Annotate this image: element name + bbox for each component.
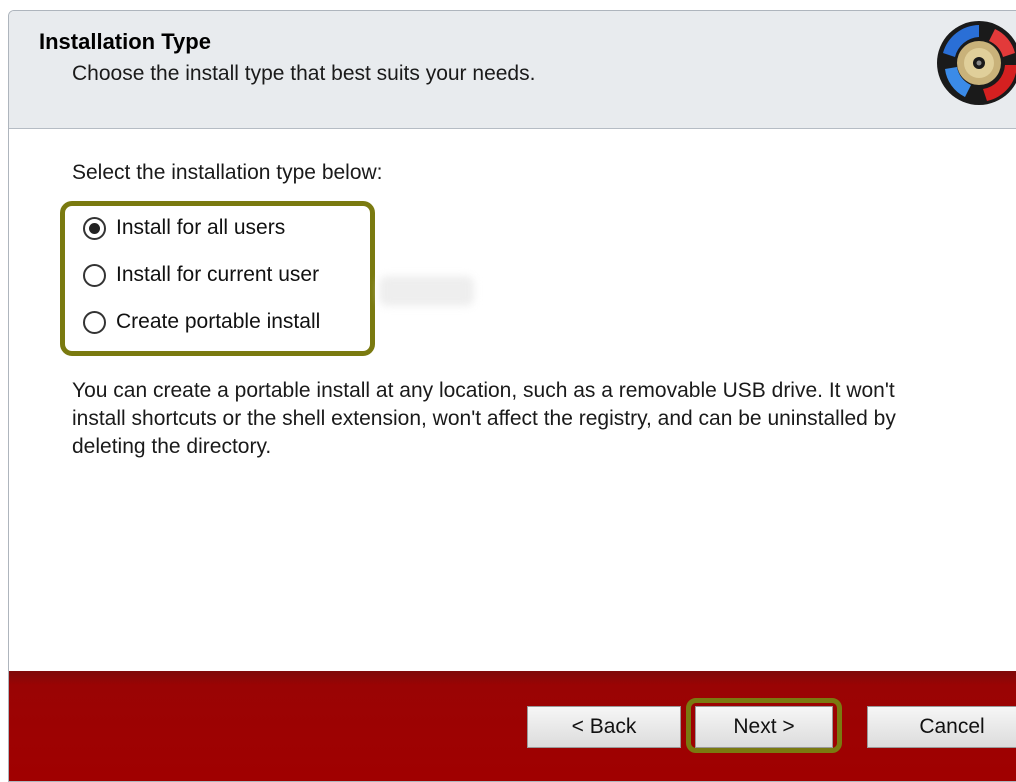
back-button[interactable]: < Back bbox=[527, 706, 681, 748]
radio-unchecked-icon[interactable] bbox=[83, 263, 106, 287]
header-panel: Installation Type Choose the install typ… bbox=[9, 11, 1016, 129]
radio-label: Create portable install bbox=[116, 310, 321, 333]
radio-unchecked-icon[interactable] bbox=[83, 310, 106, 334]
page-subtitle: Choose the install type that best suits … bbox=[72, 62, 536, 85]
app-logo-icon bbox=[937, 21, 1016, 105]
installer-window: Installation Type Choose the install typ… bbox=[8, 10, 1016, 782]
radio-label: Install for all users bbox=[116, 216, 286, 239]
radio-label: Install for current user bbox=[116, 263, 320, 286]
portable-install-description: You can create a portable install at any… bbox=[72, 379, 896, 458]
cancel-button[interactable]: Cancel bbox=[867, 706, 1016, 748]
footer-bar: < Back Next > Cancel bbox=[9, 671, 1016, 781]
radio-install-all-users[interactable]: Install for all users bbox=[83, 216, 285, 240]
page-title: Installation Type bbox=[39, 29, 211, 54]
radio-checked-icon[interactable] bbox=[83, 216, 106, 240]
content-area: Select the installation type below: Inst… bbox=[9, 129, 1016, 669]
redacted-username bbox=[379, 276, 474, 306]
radio-portable-install[interactable]: Create portable install bbox=[83, 310, 320, 334]
install-options-group: Install for all users Install for curren… bbox=[60, 201, 375, 356]
select-type-label: Select the installation type below: bbox=[72, 161, 383, 184]
radio-install-current-user[interactable]: Install for current user bbox=[83, 263, 319, 287]
next-button[interactable]: Next > bbox=[695, 706, 833, 748]
